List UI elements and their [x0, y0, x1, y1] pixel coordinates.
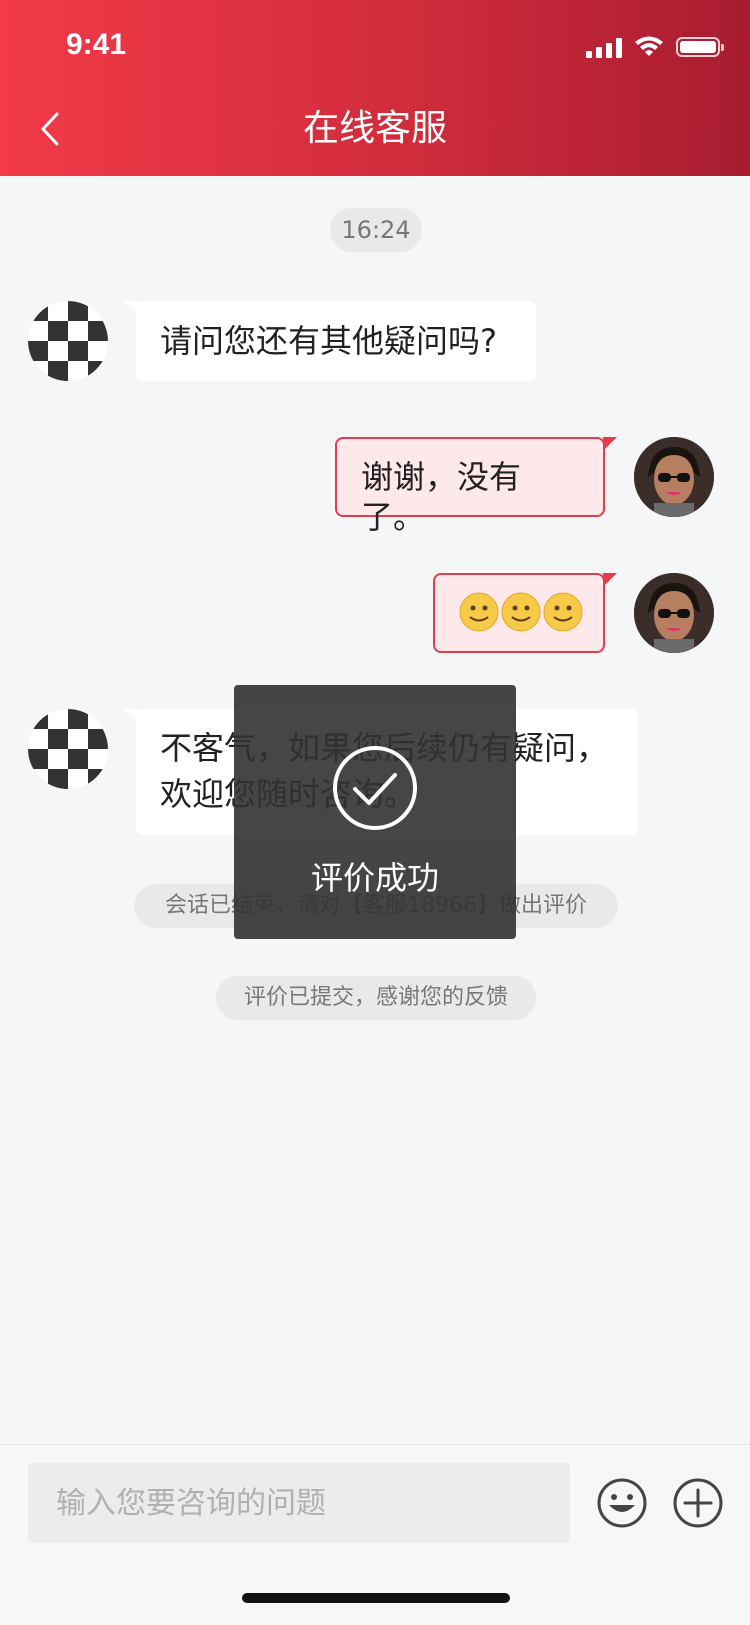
- status-time: 9:41: [66, 28, 127, 61]
- checker-avatar-icon: [28, 301, 108, 381]
- battery-icon: [676, 37, 724, 57]
- page-title: 在线客服: [302, 108, 447, 149]
- wifi-icon: [635, 36, 663, 56]
- chat-timestamp: 16:24: [330, 208, 422, 252]
- slightly-smiling-face-icon: [459, 592, 583, 632]
- user-photo-icon: [634, 437, 714, 517]
- agent-avatar[interactable]: [28, 301, 108, 381]
- agent-avatar[interactable]: [28, 709, 108, 789]
- success-toast: 评价成功: [234, 685, 516, 939]
- cellular-signal-icon: [586, 36, 622, 58]
- user-photo-icon: [634, 573, 714, 653]
- input-bar: [0, 1444, 750, 1625]
- check-circle-icon: [333, 746, 417, 830]
- checker-avatar-icon: [28, 709, 108, 789]
- user-avatar[interactable]: [634, 573, 714, 653]
- user-avatar[interactable]: [634, 437, 714, 517]
- app-header: 9:41 在线客服: [0, 0, 750, 176]
- message-bubble-agent[interactable]: 请问您还有其他疑问吗?: [124, 301, 536, 381]
- message-text: 谢谢，没有了。: [361, 458, 522, 536]
- emoji-icon[interactable]: [596, 1477, 648, 1529]
- system-message-feedback-submitted: 评价已提交，感谢您的反馈: [216, 976, 536, 1020]
- home-indicator: [242, 1593, 510, 1603]
- plus-icon[interactable]: [672, 1477, 724, 1529]
- message-input[interactable]: [28, 1463, 570, 1543]
- message-text: 请问您还有其他疑问吗?: [160, 322, 497, 360]
- toast-text: 评价成功: [310, 859, 439, 897]
- message-bubble-user-emoji[interactable]: [433, 573, 617, 653]
- message-bubble-user[interactable]: 谢谢，没有了。: [335, 437, 617, 536]
- status-icons: [586, 32, 724, 62]
